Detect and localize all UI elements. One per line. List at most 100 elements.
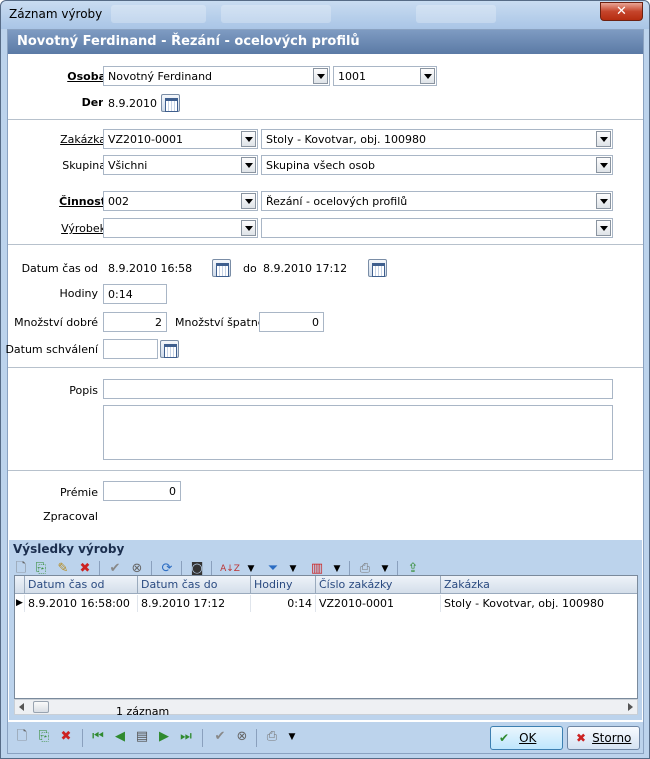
cinnost-label[interactable]: Činnost	[59, 195, 106, 208]
hodiny-field[interactable]: 0:14	[103, 284, 167, 304]
taskbar-ghost	[111, 5, 206, 23]
popis-textarea[interactable]	[103, 405, 613, 460]
window-title: Záznam výroby	[9, 7, 103, 21]
chevron-down-icon[interactable]	[596, 193, 611, 209]
results-title: Výsledky výroby	[13, 542, 125, 556]
datum-od-field[interactable]: 8.9.2010 16:58	[103, 258, 210, 278]
vyrobek-label[interactable]: Výrobek	[61, 222, 106, 235]
new-icon[interactable]: 🗋	[14, 729, 30, 745]
row-pointer-icon: ▶	[15, 595, 25, 612]
hodiny-label: Hodiny	[59, 287, 98, 300]
results-status: 1 záznam	[9, 702, 642, 722]
last-record-icon[interactable]: ⏭	[178, 729, 194, 745]
popis-label: Popis	[69, 384, 98, 397]
chevron-down-icon[interactable]: ▼	[284, 729, 300, 745]
divider	[8, 244, 643, 245]
osoba-name-combo[interactable]: Novotný Ferdinand	[103, 66, 330, 86]
storno-button[interactable]: ✖ Storno	[567, 726, 640, 750]
bottom-toolbar: 🗋 ⎘ ✖ ⏮ ◀ ▤ ▶ ⏭ ✔ ⊗ ⎙ ▼ ✔ OK ✖ Storno	[8, 722, 643, 753]
column-header[interactable]: Datum čas od	[25, 576, 138, 594]
column-header[interactable]: Hodiny	[251, 576, 316, 594]
zakazka-code-combo[interactable]: VZ2010-0001	[103, 129, 258, 149]
chevron-down-icon[interactable]	[313, 68, 328, 84]
column-header[interactable]: Zakázka	[441, 576, 637, 594]
chevron-down-icon[interactable]	[241, 157, 256, 173]
chevron-down-icon[interactable]	[596, 220, 611, 236]
copy-icon[interactable]: ⎘	[36, 729, 52, 745]
den-field[interactable]: 8.9.2010	[103, 93, 158, 113]
column-header[interactable]: Číslo zakázky	[316, 576, 441, 594]
toolbar-separator	[82, 729, 83, 747]
osoba-label[interactable]: Osoba	[67, 70, 106, 83]
dialog-window: Záznam výroby ✕ Novotný Ferdinand - Řezá…	[0, 0, 650, 759]
datum-schvaleni-label: Datum schválení	[5, 343, 98, 356]
cinnost-code-value: 002	[108, 195, 129, 208]
divider	[8, 367, 643, 368]
ok-button[interactable]: ✔ OK	[490, 726, 563, 750]
mnozstvi-dobre-field[interactable]: 2	[103, 312, 167, 332]
calendar-icon[interactable]	[160, 340, 179, 358]
taskbar-ghost	[221, 5, 331, 23]
divider	[8, 470, 643, 471]
osoba-code-combo[interactable]: 1001	[333, 66, 437, 86]
table-row[interactable]: ▶ 8.9.2010 16:58:00 8.9.2010 17:12 0:14 …	[15, 595, 637, 612]
cell-zakazka[interactable]: Stoly - Kovotvar, obj. 100980	[441, 595, 637, 612]
toolbar-separator	[202, 729, 203, 747]
skupina-name-combo[interactable]: Skupina všech osob	[261, 155, 613, 175]
ok-label: OK	[519, 731, 537, 745]
cell-cislo-zakazky[interactable]: VZ2010-0001	[316, 595, 441, 612]
row-indicator-header	[15, 576, 25, 594]
cancel-icon[interactable]: ⊗	[234, 729, 250, 745]
next-record-icon[interactable]: ▶	[156, 729, 172, 745]
previous-record-icon[interactable]: ◀	[112, 729, 128, 745]
toolbar-separator	[256, 729, 257, 747]
datum-od-label: Datum čas od	[21, 262, 98, 275]
cinnost-name-combo[interactable]: Řezání - ocelových profilů	[261, 191, 613, 211]
chevron-down-icon[interactable]	[241, 220, 256, 236]
zakazka-name-combo[interactable]: Stoly - Kovotvar, obj. 100980	[261, 129, 613, 149]
record-list-icon[interactable]: ▤	[134, 729, 150, 745]
cell-datum-do[interactable]: 8.9.2010 17:12	[138, 595, 251, 612]
osoba-name-value: Novotný Ferdinand	[108, 70, 213, 83]
datum-schvaleni-field[interactable]	[103, 339, 158, 359]
chevron-down-icon[interactable]	[596, 157, 611, 173]
vyrobek-code-combo[interactable]	[103, 218, 258, 238]
chevron-down-icon[interactable]	[420, 68, 435, 84]
print-icon[interactable]: ⎙	[264, 729, 280, 745]
column-header[interactable]: Datum čas do	[138, 576, 251, 594]
chevron-down-icon[interactable]	[596, 131, 611, 147]
dialog-client: Novotný Ferdinand - Řezání - ocelových p…	[5, 29, 644, 754]
chevron-down-icon[interactable]	[241, 193, 256, 209]
close-button[interactable]: ✕	[600, 2, 643, 21]
zakazka-label[interactable]: Zakázka	[60, 133, 106, 146]
close-icon: ✖	[576, 731, 587, 745]
mnozstvi-spatne-label: Množství špatné	[175, 316, 265, 329]
zakazka-name-value: Stoly - Kovotvar, obj. 100980	[266, 133, 427, 146]
title-bar[interactable]: Záznam výroby ✕	[1, 1, 649, 29]
zakazka-code-value: VZ2010-0001	[108, 133, 184, 146]
vyrobek-name-combo[interactable]	[261, 218, 613, 238]
skupina-label: Skupina	[62, 159, 106, 172]
premie-field[interactable]: 0	[103, 481, 181, 501]
confirm-icon[interactable]: ✔	[212, 729, 228, 745]
datum-do-field[interactable]: 8.9.2010 17:12	[258, 258, 365, 278]
calendar-icon[interactable]	[212, 259, 231, 277]
popis-line-field[interactable]	[103, 379, 613, 399]
premie-label: Prémie	[59, 486, 98, 499]
calendar-icon[interactable]	[161, 94, 180, 112]
skupina-code-combo[interactable]: Všichni	[103, 155, 258, 175]
chevron-down-icon[interactable]	[241, 131, 256, 147]
delete-icon[interactable]: ✖	[58, 729, 74, 745]
calendar-icon[interactable]	[368, 259, 387, 277]
taskbar-ghost	[416, 5, 496, 23]
cell-hodiny[interactable]: 0:14	[251, 595, 316, 612]
divider	[8, 119, 643, 120]
mnozstvi-spatne-field[interactable]: 0	[259, 312, 324, 332]
skupina-name-value: Skupina všech osob	[266, 159, 375, 172]
cell-datum-od[interactable]: 8.9.2010 16:58:00	[25, 595, 138, 612]
mnozstvi-dobre-label: Množství dobré	[14, 316, 98, 329]
results-grid[interactable]: Datum čas od Datum čas do Hodiny Číslo z…	[14, 575, 638, 699]
first-record-icon[interactable]: ⏮	[90, 729, 106, 745]
storno-label: Storno	[592, 731, 632, 745]
cinnost-code-combo[interactable]: 002	[103, 191, 258, 211]
